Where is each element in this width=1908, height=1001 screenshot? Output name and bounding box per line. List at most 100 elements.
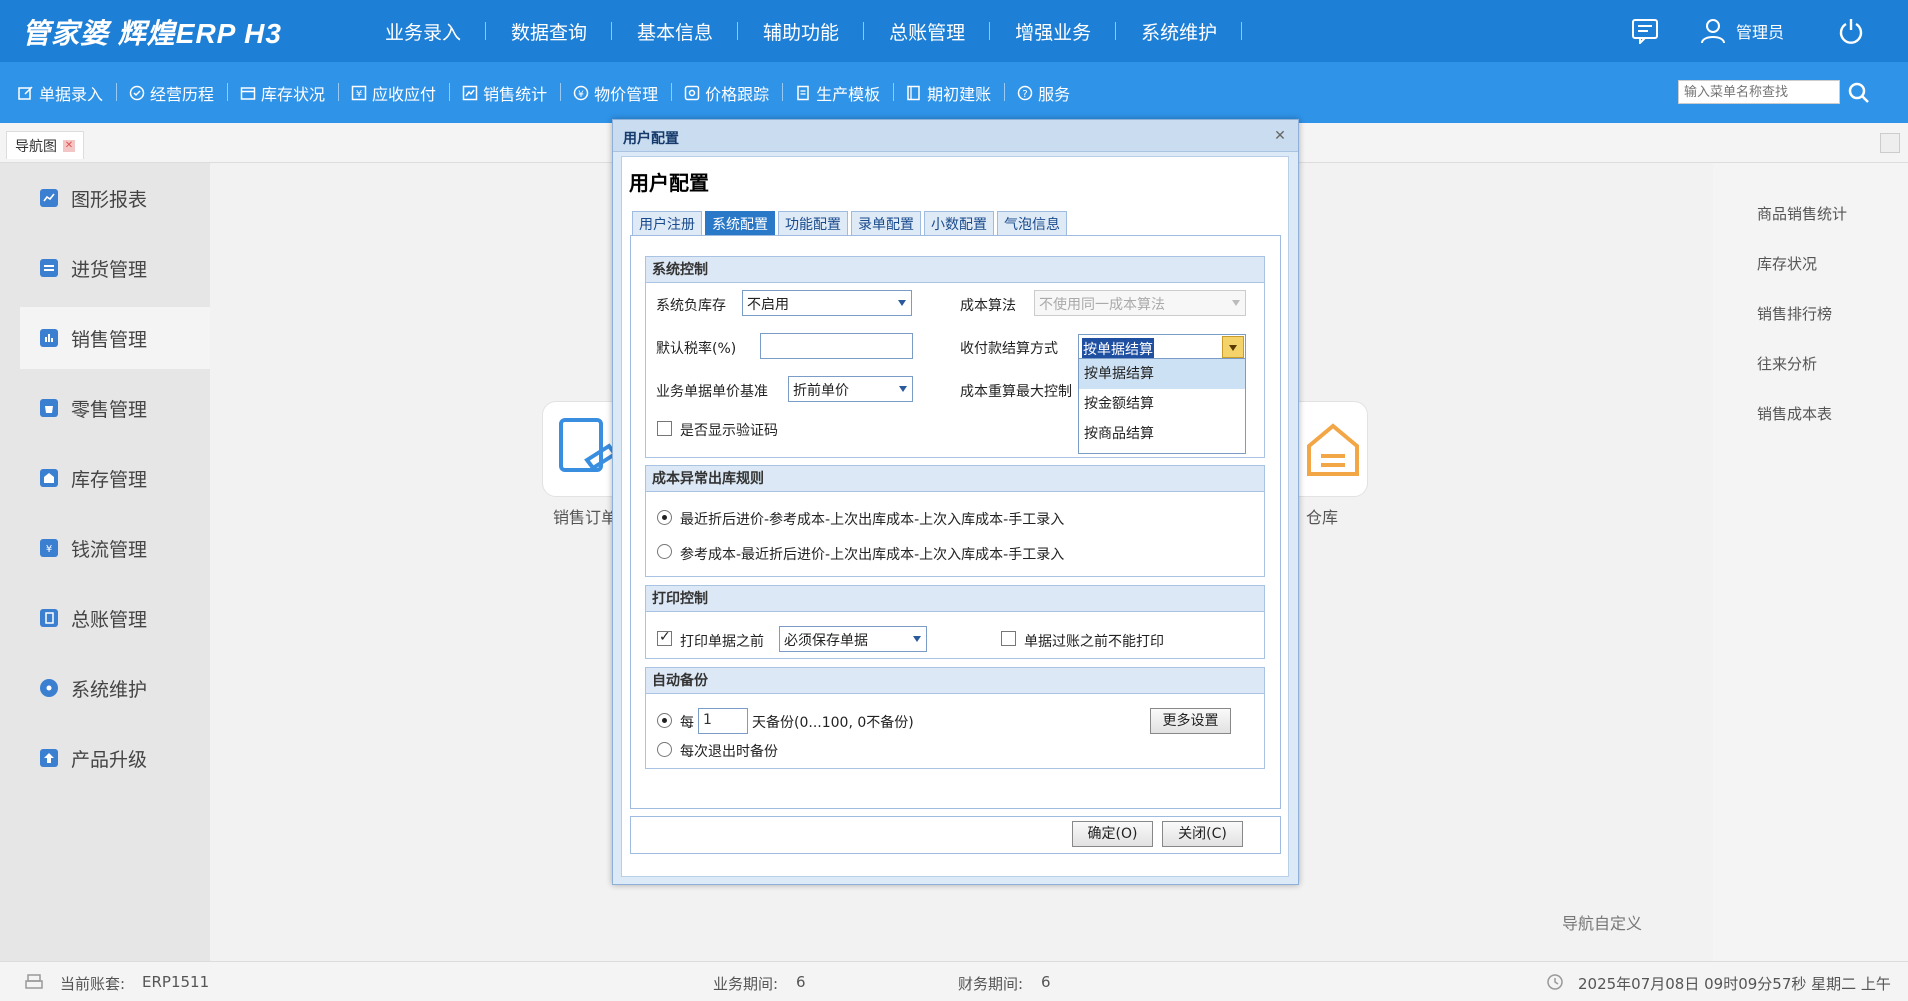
sidebar-item-inventory[interactable]: 库存管理 [20, 447, 210, 509]
report-link-account-analysis[interactable]: 往来分析 [1757, 353, 1817, 374]
chart-icon [462, 85, 478, 100]
coin-icon: ¥ [573, 85, 589, 100]
topmenu-basic-info[interactable]: 基本信息 [612, 18, 739, 45]
toolbar-price-tracking[interactable]: 价格跟踪 [684, 81, 784, 105]
price-base-select[interactable]: 折前单价 [788, 376, 913, 402]
dropdown-option[interactable]: 按单据结算 [1079, 359, 1245, 389]
toolbar-service[interactable]: ? 服务 [1017, 81, 1084, 105]
nav-customize-link[interactable]: 导航自定义 [1562, 910, 1642, 934]
toolbar-bill-entry[interactable]: 单据录入 [18, 81, 118, 105]
toolbar-history[interactable]: 经营历程 [129, 81, 229, 105]
chart-icon [40, 189, 58, 207]
shopping-bag-icon [40, 399, 58, 417]
printer-icon [25, 974, 43, 989]
purchase-icon [40, 259, 58, 277]
toolbar-sales-stats[interactable]: 销售统计 [462, 81, 562, 105]
neg-stock-label: 系统负库存 [656, 298, 726, 314]
sidebar: 图形报表 进货管理 销售管理 零售管理 库存管理 ¥ 钱流管理 总账管理 系统维… [0, 163, 210, 961]
warehouse-icon [1307, 423, 1359, 476]
quick-toolbar: 单据录入 经营历程 库存状况 ¥ 应收应付 销售统计 ¥ 物价管理 价格跟踪 生产模… [0, 62, 1908, 123]
topmenu-enhanced[interactable]: 增强业务 [990, 18, 1117, 45]
backup-days-input[interactable]: 1 [698, 708, 748, 734]
clock-icon [1547, 974, 1563, 990]
no-print-before-post-checkbox[interactable] [1001, 631, 1016, 646]
cost-rule-option-2: 参考成本-最近折后进价-上次出库成本-上次入库成本-手工录入 [680, 547, 1065, 563]
settle-method-select[interactable]: 按单据结算 [1078, 334, 1246, 360]
sidebar-item-sales[interactable]: 销售管理 [20, 307, 210, 369]
topmenu-ledger[interactable]: 总账管理 [864, 18, 991, 45]
cost-rule-radio-1[interactable] [657, 510, 672, 525]
sidebar-item-chart-reports[interactable]: 图形报表 [20, 167, 210, 229]
backup-every-radio[interactable] [657, 713, 672, 728]
more-settings-button[interactable]: 更多设置 [1150, 708, 1231, 734]
cost-rule-radio-2[interactable] [657, 544, 672, 559]
topmenu-business-entry[interactable]: 业务录入 [360, 18, 487, 45]
ok-button[interactable]: 确定(O) [1072, 821, 1153, 847]
financial-period-label: 财务期间: [958, 975, 1024, 993]
sidebar-item-retail[interactable]: 零售管理 [20, 377, 210, 439]
tab-decimal-config[interactable]: 小数配置 [924, 211, 994, 235]
sidebar-item-cashflow[interactable]: ¥ 钱流管理 [20, 517, 210, 579]
report-link-stock-status[interactable]: 库存状况 [1757, 253, 1817, 274]
tab-navigation-map[interactable]: 导航图 ✕ [6, 131, 84, 159]
close-all-tabs-icon[interactable] [1880, 133, 1900, 153]
user-name[interactable]: 管理员 [1736, 19, 1784, 43]
chevron-down-icon[interactable] [1222, 336, 1244, 358]
toolbar-opening-books[interactable]: 期初建账 [906, 81, 1006, 105]
tab-system-config[interactable]: 系统配置 [705, 211, 775, 235]
before-print-label: 打印单据之前 [680, 634, 764, 650]
close-button[interactable]: 关闭(C) [1162, 821, 1243, 847]
top-right-area: 管理员 [1628, 0, 1908, 62]
backup-on-exit-radio[interactable] [657, 742, 672, 757]
account-label: 当前账套: [60, 975, 126, 993]
toolbar-stock-status[interactable]: 库存状况 [240, 81, 340, 105]
toolbar-price-management[interactable]: ¥ 物价管理 [573, 81, 673, 105]
chevron-down-icon [913, 636, 921, 642]
right-report-panel: 商品销售统计 库存状况 销售排行榜 往来分析 销售成本表 [1713, 163, 1908, 961]
topmenu-aux-functions[interactable]: 辅助功能 [738, 18, 865, 45]
cost-method-label: 成本算法 [960, 298, 1016, 314]
tax-rate-input[interactable] [760, 333, 913, 359]
captcha-checkbox[interactable] [657, 421, 672, 436]
toolbar-receivable-payable[interactable]: ¥ 应收应付 [351, 81, 451, 105]
user-icon[interactable] [1696, 14, 1730, 48]
sales-order-label: 销售订单 [553, 508, 618, 527]
toolbar-production-template[interactable]: 生产模板 [795, 81, 895, 105]
calendar-icon [240, 86, 256, 100]
sidebar-item-system-maintenance[interactable]: 系统维护 [20, 657, 210, 719]
sidebar-item-upgrade[interactable]: 产品升级 [20, 727, 210, 789]
warehouse-label: 仓库 [1306, 508, 1339, 527]
cost-recalc-label: 成本重算最大控制 [960, 384, 1072, 400]
tab-function-config[interactable]: 功能配置 [778, 211, 848, 235]
search-icon[interactable] [1846, 80, 1872, 106]
check-circle-icon [129, 85, 145, 100]
topmenu-data-query[interactable]: 数据查询 [486, 18, 613, 45]
report-link-sales-ranking[interactable]: 销售排行榜 [1757, 303, 1832, 324]
report-link-sales-cost[interactable]: 销售成本表 [1757, 403, 1832, 424]
tab-user-register[interactable]: 用户注册 [632, 211, 702, 235]
group-header: 系统控制 [646, 257, 1264, 283]
sidebar-item-purchase[interactable]: 进货管理 [20, 237, 210, 299]
app-logo: 管家婆 辉煌ERP H3 [22, 18, 282, 49]
before-print-select[interactable]: 必须保存单据 [779, 626, 927, 652]
sidebar-item-ledger[interactable]: 总账管理 [20, 587, 210, 649]
track-icon [684, 85, 700, 100]
power-icon[interactable] [1834, 14, 1868, 48]
report-link-product-sales[interactable]: 商品销售统计 [1757, 203, 1847, 224]
close-icon[interactable]: ✕ [1272, 128, 1288, 144]
tab-bubble-info[interactable]: 气泡信息 [997, 211, 1067, 235]
svg-text:¥: ¥ [46, 544, 52, 554]
dropdown-option[interactable]: 按金额结算 [1079, 389, 1245, 419]
message-icon[interactable] [1628, 14, 1662, 48]
dialog-titlebar[interactable]: 用户配置 ✕ [613, 120, 1298, 152]
menu-search-input[interactable] [1678, 80, 1840, 104]
topmenu-system-maintenance[interactable]: 系统维护 [1116, 18, 1243, 45]
backup-on-exit-label: 每次退出时备份 [680, 744, 778, 760]
neg-stock-select[interactable]: 不启用 [742, 290, 912, 316]
warehouse-icon [40, 469, 58, 487]
tab-entry-config[interactable]: 录单配置 [851, 211, 921, 235]
close-tab-icon[interactable]: ✕ [63, 139, 75, 152]
dropdown-option[interactable]: 按商品结算 [1079, 419, 1245, 449]
chevron-down-icon [899, 386, 907, 392]
before-print-checkbox[interactable] [657, 629, 672, 646]
